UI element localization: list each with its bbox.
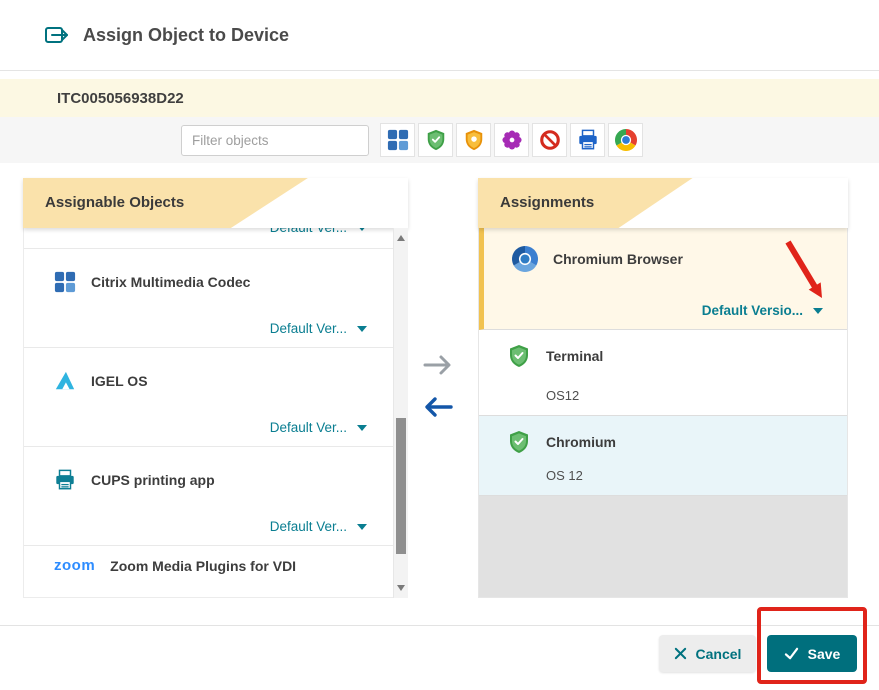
assignments-title: Assignments bbox=[478, 178, 848, 228]
chevron-down-icon bbox=[813, 308, 823, 314]
igel-os-icon bbox=[54, 370, 76, 392]
version-label: Default Ver... bbox=[270, 228, 347, 235]
citrix-codec-grid-icon bbox=[54, 271, 76, 293]
assignable-objects-title: Assignable Objects bbox=[23, 178, 408, 228]
orange-shield-icon[interactable] bbox=[456, 123, 491, 157]
assignments-list: Chromium Browser Default Versio... bbox=[478, 228, 848, 598]
version-label: Default Ver... bbox=[270, 420, 347, 435]
assignable-objects-panel: Assignable Objects Default Ver... bbox=[23, 178, 408, 598]
list-item-zoom[interactable]: zoom Zoom Media Plugins for VDI bbox=[24, 546, 407, 594]
save-button[interactable]: Save bbox=[767, 635, 857, 672]
list-item-cups[interactable]: CUPS printing app Default Ver... bbox=[24, 447, 407, 546]
green-shield-icon bbox=[507, 430, 531, 454]
assignment-name: Chromium Browser bbox=[553, 251, 683, 267]
assignments-header: Assignments bbox=[478, 178, 848, 228]
chevron-down-icon bbox=[357, 425, 367, 431]
purple-flower-icon[interactable] bbox=[494, 123, 529, 157]
list-item-partial[interactable]: Default Ver... bbox=[24, 228, 407, 249]
version-dropdown[interactable]: Default Ver... bbox=[270, 228, 367, 235]
close-icon bbox=[674, 647, 687, 660]
assignments-panel: Assignments Chromium Browser bbox=[478, 178, 848, 598]
green-shield-icon[interactable] bbox=[418, 123, 453, 157]
chevron-down-icon bbox=[357, 228, 367, 231]
check-icon bbox=[784, 647, 799, 660]
zoom-wordmark-icon: zoom bbox=[54, 557, 95, 574]
cancel-button[interactable]: Cancel bbox=[659, 635, 756, 672]
assignment-item-chromium-browser[interactable]: Chromium Browser Default Versio... bbox=[479, 228, 847, 330]
red-ring-icon[interactable] bbox=[532, 123, 567, 157]
dialog-header: Assign Object to Device bbox=[0, 0, 879, 71]
filter-toolbar bbox=[0, 117, 879, 163]
os-version-label: OS 12 bbox=[546, 468, 583, 483]
assignable-objects-header: Assignable Objects bbox=[23, 178, 408, 228]
apps-grid-icon[interactable] bbox=[380, 123, 415, 157]
version-dropdown[interactable]: Default Versio... bbox=[702, 303, 823, 318]
assign-device-icon bbox=[44, 23, 70, 47]
version-label: Default Versio... bbox=[702, 303, 803, 318]
assignable-objects-list: Default Ver... Citrix Multimedia Codec bbox=[23, 228, 408, 598]
chevron-down-icon bbox=[357, 524, 367, 530]
assignment-item-chromium[interactable]: Chromium OS 12 bbox=[479, 416, 847, 496]
green-shield-icon bbox=[507, 344, 531, 368]
object-name: Zoom Media Plugins for VDI bbox=[110, 558, 296, 574]
blue-printer-icon[interactable] bbox=[570, 123, 605, 157]
version-dropdown[interactable]: Default Ver... bbox=[270, 420, 367, 435]
save-label: Save bbox=[808, 646, 841, 662]
chevron-down-icon bbox=[357, 326, 367, 332]
version-label: Default Ver... bbox=[270, 321, 347, 336]
chrome-browser-icon[interactable] bbox=[608, 123, 643, 157]
assign-object-dialog: Assign Object to Device ITC005056938D22 bbox=[0, 0, 879, 690]
assign-right-arrow-icon[interactable] bbox=[422, 354, 456, 376]
assignment-name: Terminal bbox=[546, 348, 603, 364]
scroll-down-icon[interactable] bbox=[394, 580, 408, 596]
object-name: CUPS printing app bbox=[91, 472, 215, 488]
unassign-left-arrow-icon[interactable] bbox=[420, 396, 454, 418]
device-id-bar: ITC005056938D22 bbox=[0, 79, 879, 117]
version-label: Default Ver... bbox=[270, 519, 347, 534]
scrollbar-thumb[interactable] bbox=[396, 418, 406, 554]
cups-printer-icon bbox=[54, 469, 76, 491]
footer-divider bbox=[0, 625, 879, 626]
list-item-citrix-codec[interactable]: Citrix Multimedia Codec Default Ver... bbox=[24, 249, 407, 348]
chromium-browser-icon bbox=[512, 246, 538, 272]
assignment-item-terminal[interactable]: Terminal OS12 bbox=[479, 330, 847, 416]
os-version-label: OS12 bbox=[546, 388, 579, 403]
scroll-up-icon[interactable] bbox=[394, 230, 408, 246]
object-type-filter-row bbox=[380, 123, 643, 157]
object-name: IGEL OS bbox=[91, 373, 148, 389]
device-id: ITC005056938D22 bbox=[57, 90, 184, 107]
transfer-arrows bbox=[418, 348, 462, 428]
list-item-igel-os[interactable]: IGEL OS Default Ver... bbox=[24, 348, 407, 447]
version-dropdown[interactable]: Default Ver... bbox=[270, 321, 367, 336]
version-dropdown[interactable]: Default Ver... bbox=[270, 519, 367, 534]
object-name: Citrix Multimedia Codec bbox=[91, 274, 250, 290]
assignment-name: Chromium bbox=[546, 434, 616, 450]
vertical-scrollbar[interactable] bbox=[393, 228, 408, 598]
filter-objects-input[interactable] bbox=[181, 125, 369, 156]
cancel-label: Cancel bbox=[696, 646, 742, 662]
page-title: Assign Object to Device bbox=[83, 25, 289, 46]
